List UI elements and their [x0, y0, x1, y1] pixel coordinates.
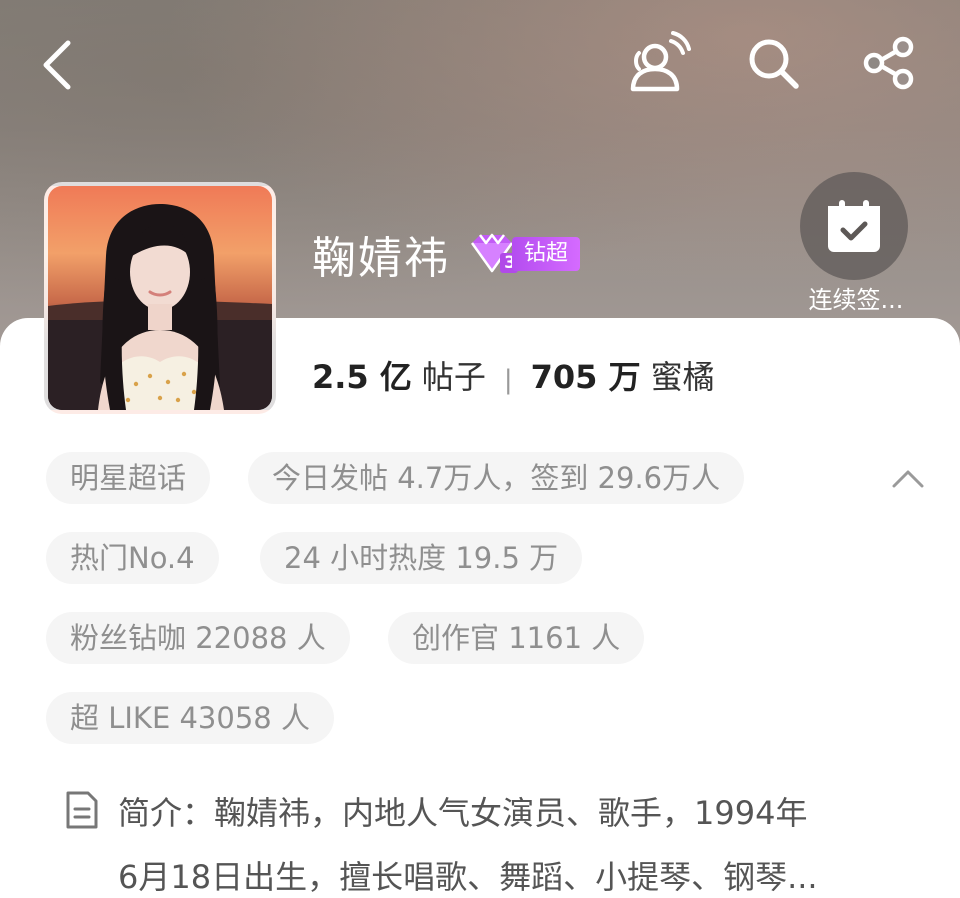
- document-icon: [66, 791, 98, 829]
- calendar-check-icon: [828, 200, 880, 252]
- topic-members-button[interactable]: [620, 28, 696, 98]
- back-button[interactable]: [26, 30, 86, 100]
- search-icon: [749, 39, 799, 89]
- posts-count: 2.5 亿: [312, 358, 412, 396]
- share-button[interactable]: [856, 28, 922, 98]
- fans-count: 705 万: [530, 358, 641, 396]
- hot-rank-tag[interactable]: 热门No.4: [46, 532, 219, 584]
- super-diamond-badge[interactable]: 3 钻超: [466, 233, 582, 275]
- badge-label: 钻超: [512, 237, 580, 271]
- category-tag[interactable]: 明星超话: [46, 452, 211, 504]
- checkin-button[interactable]: [800, 172, 908, 280]
- topic-stats: 2.5 亿 帖子 | 705 万 蜜橘: [312, 352, 715, 396]
- search-button[interactable]: [740, 28, 806, 98]
- chevron-up-icon[interactable]: [888, 460, 928, 500]
- chevron-left-icon: [43, 40, 71, 90]
- intro-text-line-2[interactable]: 6月18日出生，擅长唱歌、舞蹈、小提琴、钢琴...: [118, 852, 818, 898]
- avatar[interactable]: [44, 182, 276, 414]
- fans-diamond-tag[interactable]: 粉丝钻咖 22088 人: [46, 612, 350, 664]
- super-like-tag[interactable]: 超 LIKE 43058 人: [46, 692, 334, 744]
- heat-24h-tag[interactable]: 24 小时热度 19.5 万: [260, 532, 583, 584]
- share-icon: [863, 36, 914, 90]
- people-broadcast-icon: [630, 31, 691, 92]
- intro-text-line-1[interactable]: 简介：鞠婧祎，内地人气女演员、歌手，1994年: [118, 788, 807, 834]
- posts-label: 帖子: [421, 358, 486, 396]
- checkin-label[interactable]: 连续签...: [800, 280, 912, 315]
- creators-tag[interactable]: 创作官 1161 人: [388, 612, 645, 664]
- stats-separator: |: [503, 365, 513, 395]
- avatar-portrait: [48, 204, 272, 410]
- fans-label: 蜜橘: [650, 358, 715, 396]
- today-activity-tag[interactable]: 今日发帖 4.7万人，签到 29.6万人: [248, 452, 745, 504]
- topic-name: 鞠婧祎: [312, 233, 450, 284]
